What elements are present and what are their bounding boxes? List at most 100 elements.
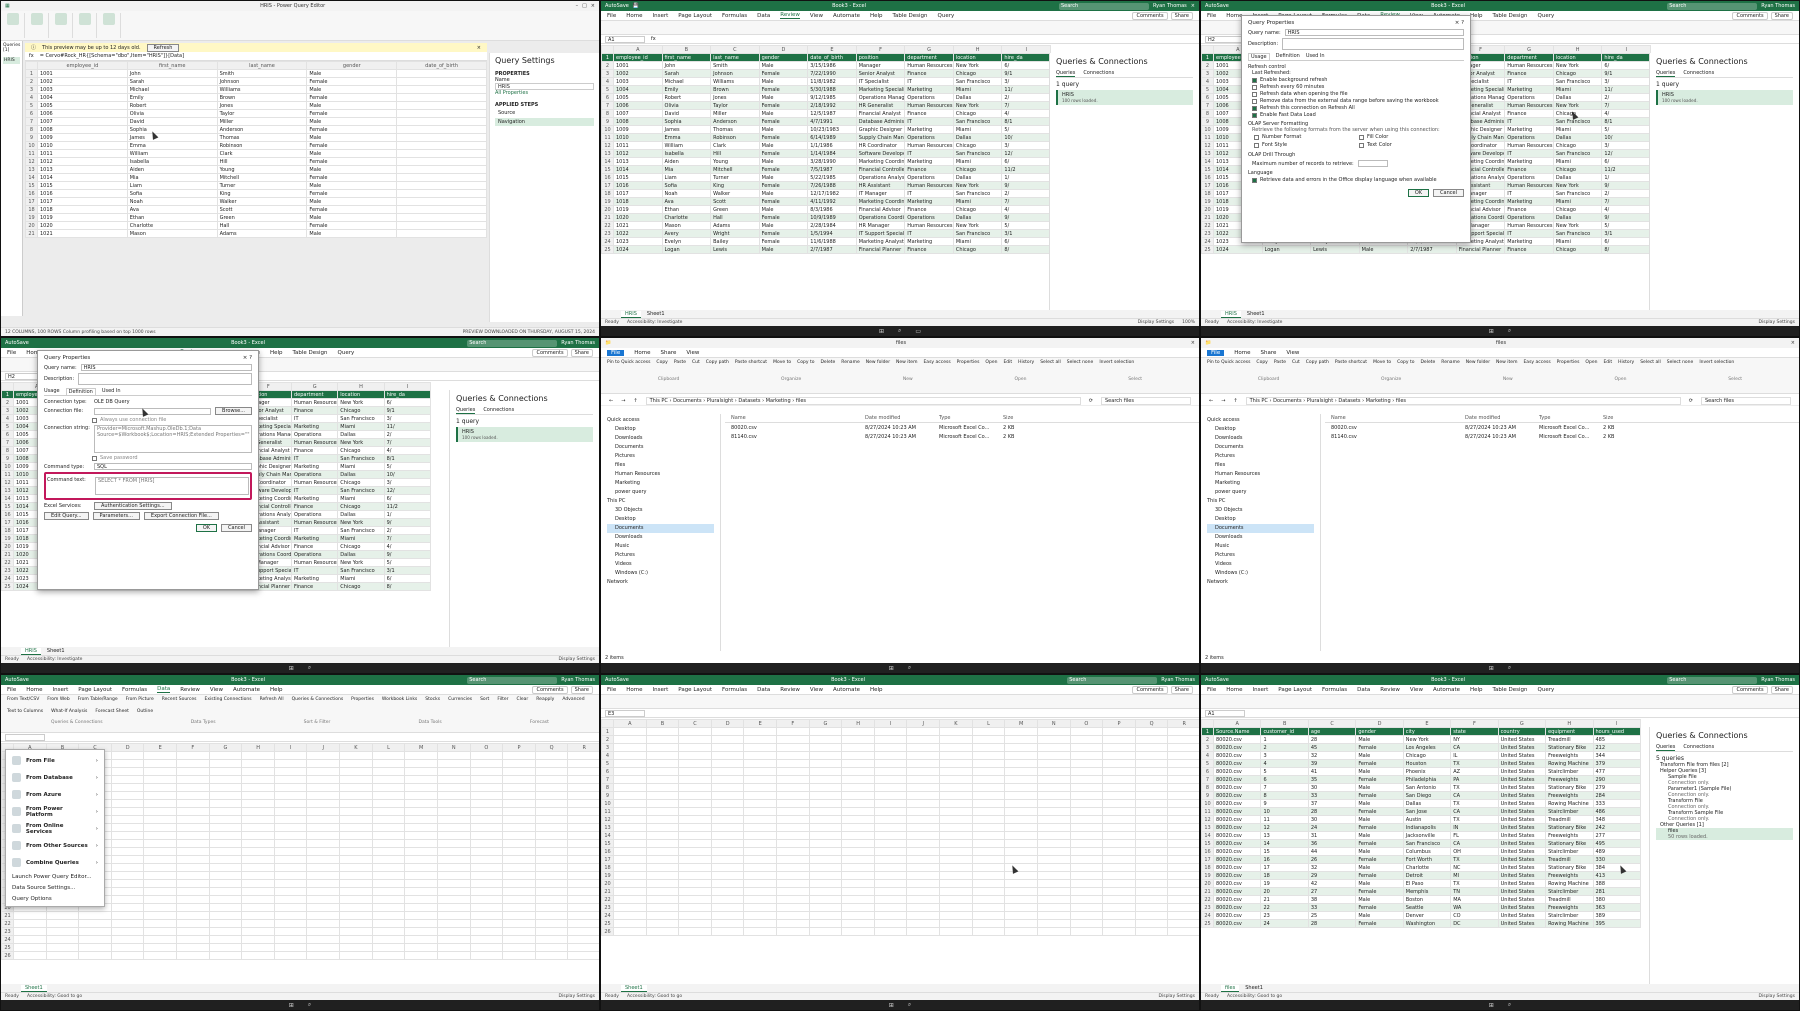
table-cell[interactable]: Male — [306, 149, 398, 158]
ribbon-command[interactable]: Easy access — [1523, 360, 1550, 375]
table-cell[interactable] — [436, 775, 471, 784]
table-cell[interactable]: 33 — [1307, 791, 1357, 800]
table-cell[interactable]: 80020.csv — [1212, 855, 1262, 864]
column-letter[interactable]: H — [1552, 45, 1603, 54]
tab-connections[interactable]: Connections — [1083, 70, 1114, 77]
table-cell[interactable]: Female — [306, 109, 398, 118]
table-cell[interactable]: Marketing Coordinator — [855, 197, 906, 206]
table-cell[interactable] — [1069, 831, 1104, 840]
table-cell[interactable] — [776, 831, 810, 840]
table-cell[interactable] — [469, 783, 504, 792]
table-cell[interactable] — [776, 807, 810, 816]
table-cell[interactable] — [1036, 783, 1071, 792]
table-cell[interactable] — [710, 887, 745, 896]
table-cell[interactable] — [396, 189, 487, 198]
table-cell[interactable]: 16 — [1260, 855, 1309, 864]
nav-item[interactable]: Human Resources — [607, 470, 714, 479]
table-cell[interactable] — [567, 775, 599, 784]
table-cell[interactable] — [1167, 903, 1199, 912]
table-cell[interactable] — [404, 807, 438, 816]
table-cell[interactable] — [110, 839, 145, 848]
table-cell[interactable] — [1102, 903, 1136, 912]
language-checkbox-label[interactable]: Retrieve data and errors in the Office d… — [1260, 177, 1437, 183]
table-cell[interactable] — [613, 807, 647, 816]
table-cell[interactable] — [241, 911, 275, 920]
table-cell[interactable] — [534, 935, 569, 944]
display-settings[interactable]: Display Settings — [1759, 994, 1795, 999]
table-cell[interactable] — [613, 839, 647, 848]
table-cell[interactable]: Sofia — [661, 181, 712, 190]
table-cell[interactable]: 380 — [1592, 895, 1641, 904]
table-cell[interactable] — [906, 919, 941, 928]
table-cell[interactable] — [396, 229, 487, 238]
table-cell[interactable] — [808, 879, 843, 888]
table-cell[interactable] — [906, 911, 941, 920]
table-cell[interactable]: 1014 — [37, 173, 128, 182]
close-icon[interactable]: × — [1791, 340, 1795, 346]
table-cell[interactable] — [743, 895, 778, 904]
table-cell[interactable] — [808, 791, 843, 800]
table-cell[interactable] — [208, 847, 243, 856]
sheet-tab-sheet1[interactable]: Sheet1 — [621, 984, 647, 992]
table-cell[interactable] — [939, 847, 973, 856]
table-cell[interactable] — [776, 815, 810, 824]
table-cell[interactable] — [613, 863, 647, 872]
table-cell[interactable] — [339, 847, 373, 856]
table-cell[interactable]: Rowing Machine — [1545, 919, 1594, 928]
table-cell[interactable] — [110, 783, 145, 792]
column-letter[interactable]: A — [613, 45, 663, 54]
menu-page-layout[interactable]: Page Layout — [678, 13, 712, 19]
table-cell[interactable]: Clark — [710, 141, 760, 150]
nav-item[interactable]: Pictures — [1207, 551, 1314, 560]
table-cell[interactable]: Finance — [290, 502, 339, 511]
table-cell[interactable] — [110, 879, 145, 888]
table-cell[interactable] — [1036, 727, 1071, 736]
table-cell[interactable] — [1167, 847, 1199, 856]
table-cell[interactable]: 5/ — [1601, 125, 1651, 134]
table-cell[interactable]: 389 — [1592, 911, 1641, 920]
get-data-menu-item[interactable]: Combine Queries › — [6, 854, 104, 871]
table-cell[interactable] — [1134, 775, 1169, 784]
column-letter[interactable]: O — [469, 743, 504, 752]
table-cell[interactable] — [710, 751, 745, 760]
ribbon-command[interactable]: Recent Sources — [162, 697, 197, 707]
table-cell[interactable]: Finance — [904, 165, 954, 174]
table-cell[interactable]: Chicago — [1552, 69, 1603, 78]
sheet-tab-files[interactable]: files — [1221, 984, 1240, 992]
table-cell[interactable]: TX — [1450, 879, 1499, 888]
nav-item[interactable]: Downloads — [607, 434, 714, 443]
table-cell[interactable]: Stationary Bike — [1545, 823, 1594, 832]
table-cell[interactable]: Human Resources — [290, 478, 339, 487]
table-cell[interactable]: 11/ — [1001, 85, 1051, 94]
name-box[interactable]: A1 — [605, 35, 645, 43]
column-letter[interactable]: P — [1102, 719, 1136, 728]
table-cell[interactable] — [776, 879, 810, 888]
table-cell[interactable]: Female — [306, 189, 398, 198]
search-icon[interactable]: ⌕ — [1508, 664, 1511, 672]
table-cell[interactable]: San Francisco — [1552, 229, 1603, 238]
qc-query-hris[interactable]: HRIS 100 rows loaded. — [1056, 90, 1193, 105]
table-cell[interactable]: Seattle — [1402, 903, 1452, 912]
nav-item[interactable]: Documents — [607, 524, 714, 533]
search-box[interactable]: Search — [1067, 676, 1158, 684]
file-column-header[interactable]: Date modified — [1465, 415, 1535, 421]
ribbon-command[interactable]: Outline — [137, 709, 153, 719]
table-cell[interactable] — [710, 911, 745, 920]
table-cell[interactable] — [396, 181, 487, 190]
table-cell[interactable] — [808, 727, 843, 736]
table-cell[interactable] — [678, 919, 712, 928]
ribbon-command[interactable]: Paste shortcut — [1335, 360, 1367, 375]
table-cell[interactable]: Miami — [337, 422, 385, 431]
get-data-menu-item[interactable]: From Other Sources › — [6, 837, 104, 854]
table-cell[interactable] — [808, 735, 843, 744]
table-cell[interactable]: Miami — [1552, 197, 1603, 206]
column-letter[interactable]: I — [1601, 45, 1651, 54]
table-cell[interactable] — [939, 919, 973, 928]
table-cell[interactable]: Robinson — [710, 133, 760, 142]
table-cell[interactable]: Stairclimber — [1545, 887, 1594, 896]
table-cell[interactable] — [371, 751, 406, 760]
table-cell[interactable]: Female — [758, 149, 809, 158]
table-cell[interactable] — [1134, 735, 1169, 744]
column-header[interactable]: equipment — [1545, 727, 1594, 736]
table-cell[interactable]: Freeweights — [1545, 903, 1594, 912]
